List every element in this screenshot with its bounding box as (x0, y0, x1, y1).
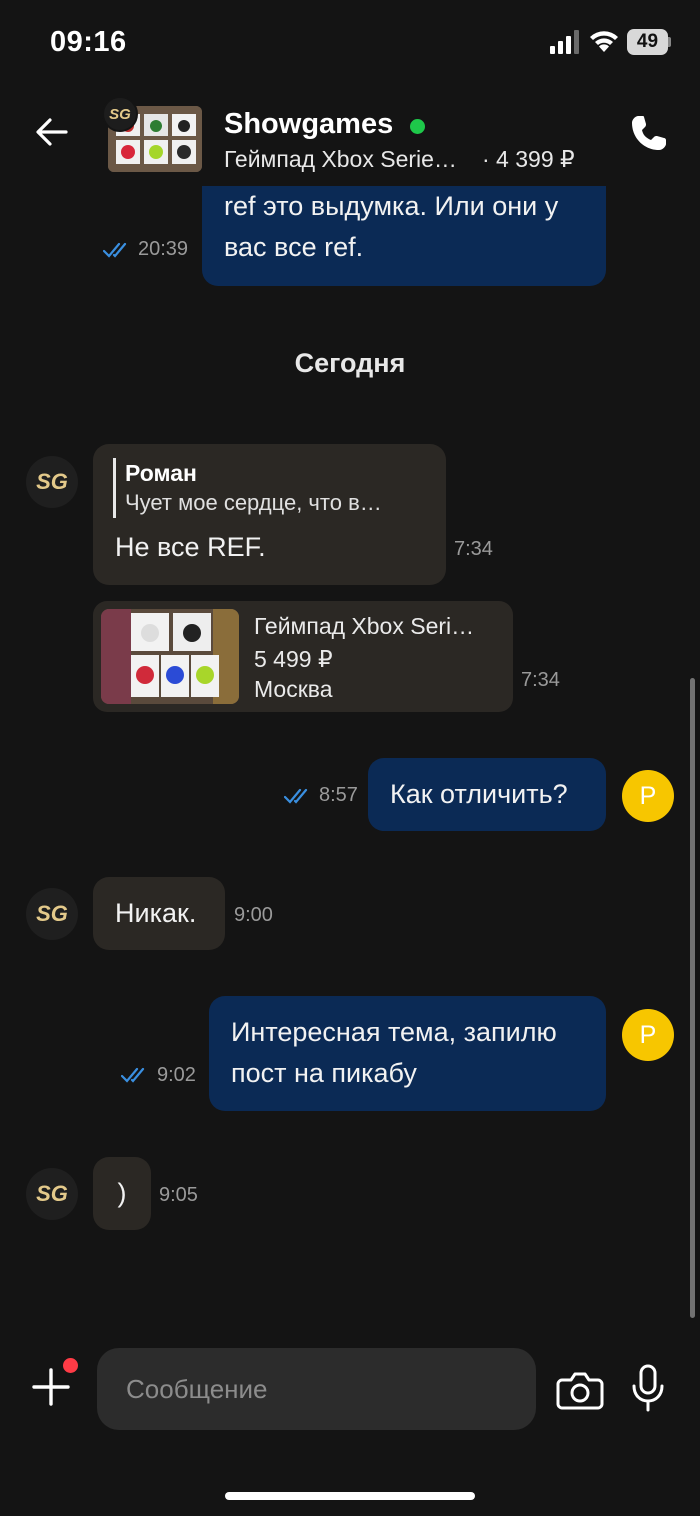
shop-avatar[interactable]: SG (26, 456, 78, 508)
back-arrow-icon[interactable] (32, 112, 72, 152)
read-receipt-icon (121, 1067, 145, 1083)
wifi-icon (590, 31, 618, 52)
incoming-message[interactable]: Никак. (93, 877, 225, 950)
outgoing-message[interactable]: Как отличить? (368, 758, 606, 831)
outgoing-message[interactable]: Интересная тема, запилю пост на пикабу (209, 996, 606, 1111)
message-input[interactable] (97, 1348, 536, 1430)
quote-author: Роман (125, 460, 197, 486)
shop-logo-small: SG (102, 96, 138, 132)
status-bar: 09:16 49 (0, 0, 700, 90)
date-separator: Сегодня (294, 348, 406, 378)
incoming-message[interactable]: ) (93, 1157, 151, 1230)
battery-icon: 49 (627, 29, 671, 55)
incoming-reply-message[interactable]: Роман Чует мое сердце, что в… Не все REF… (93, 444, 446, 585)
read-receipt-icon (103, 242, 127, 258)
chat-header: SG Showgames Геймпад Xbox Serie… · 4 399… (0, 90, 700, 186)
message-text: Никак. (115, 898, 197, 928)
microphone-icon[interactable] (630, 1364, 666, 1412)
product-image (101, 609, 239, 704)
read-receipt-icon (284, 788, 308, 804)
home-indicator (225, 1492, 475, 1500)
message-time: 9:02 (157, 1064, 196, 1086)
user-avatar[interactable]: Р (622, 1009, 674, 1061)
battery-level: 49 (627, 29, 668, 55)
product-card[interactable]: Геймпад Xbox Seri… 5 499 ₽ Москва (93, 601, 513, 712)
message-text: ) (117, 1178, 127, 1208)
message-time: 7:34 (521, 669, 560, 691)
phone-call-icon[interactable] (626, 112, 670, 156)
product-city: Москва (254, 676, 333, 702)
message-text: Как отличить? (390, 779, 568, 809)
camera-icon[interactable] (556, 1370, 604, 1410)
message-list[interactable]: 20:39 ref это выдумка. Или они у вас все… (0, 186, 700, 1326)
shop-avatar[interactable]: SG (26, 1168, 78, 1220)
listing-title[interactable]: Геймпад Xbox Serie… (224, 146, 457, 173)
chat-title[interactable]: Showgames (224, 108, 393, 141)
message-text: Не все REF. (115, 532, 266, 562)
message-text: Интересная тема, запилю пост на пикабу (231, 1017, 557, 1088)
message-time: 9:05 (159, 1184, 198, 1206)
message-text: ref это выдумка. Или они у вас все ref. (224, 191, 559, 262)
listing-price: · 4 399 ₽ (482, 146, 575, 172)
message-composer (0, 1326, 700, 1516)
quoted-message[interactable]: Роман Чует мое сердце, что в… (113, 458, 382, 518)
scrollbar[interactable] (690, 678, 695, 1318)
message-time: 7:34 (454, 538, 493, 560)
quote-text: Чует мое сердце, что в… (125, 490, 382, 515)
message-time: 20:39 (138, 238, 189, 260)
online-status-icon (410, 119, 425, 134)
attach-plus-icon[interactable] (30, 1366, 72, 1408)
shop-avatar[interactable]: SG (26, 888, 78, 940)
message-time: 9:00 (234, 904, 273, 926)
product-title: Геймпад Xbox Seri… (254, 613, 475, 639)
user-avatar[interactable]: Р (622, 770, 674, 822)
notification-dot (63, 1358, 78, 1373)
cellular-signal-icon (550, 30, 579, 54)
product-price: 5 499 ₽ (254, 646, 333, 672)
status-time: 09:16 (50, 26, 127, 58)
message-time: 8:57 (319, 784, 358, 806)
outgoing-message[interactable]: ref это выдумка. Или они у вас все ref. (202, 186, 606, 286)
